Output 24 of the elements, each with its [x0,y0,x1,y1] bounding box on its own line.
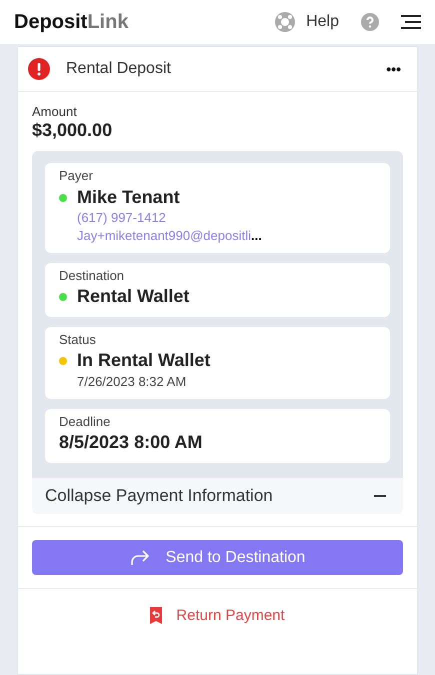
field-value: Mike Tenant [77,186,180,208]
forward-arrow-icon [130,548,150,566]
lifebuoy-icon[interactable] [274,11,296,33]
card-title: Rental Deposit [66,59,171,79]
field-label: Deadline [59,414,112,430]
field-label: Payer [59,168,94,184]
send-button[interactable]: Send to Destination [32,540,403,575]
amount-value: $3,000.00 [32,120,114,142]
return-button[interactable]: Return Payment [150,606,285,625]
amount-label: Amount [32,104,78,120]
question-icon[interactable] [361,13,379,31]
return-icon [150,607,162,624]
field-value: Rental Wallet [77,286,190,308]
timestamp: 7/26/2023 8:32 AM [77,374,186,390]
logo[interactable]: DepositLink [14,10,128,34]
menu-icon[interactable] [401,14,421,30]
collapse-toggle[interactable]: Collapse Payment Information [32,478,403,514]
field-value: In Rental Wallet [77,350,210,372]
help-link[interactable]: Help [306,12,339,32]
field-label: Destination [59,268,126,284]
contact-link[interactable]: Jay+miketenant990@depositli... [77,228,262,244]
field-value: 8/5/2023 8:00 AM [59,432,202,454]
more-button[interactable]: ••• [386,60,401,78]
field-label: Status [59,332,97,348]
